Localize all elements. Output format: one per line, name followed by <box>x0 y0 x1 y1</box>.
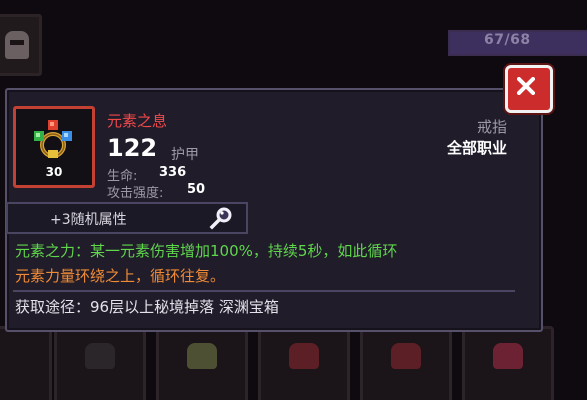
inventory-slot[interactable] <box>54 326 146 400</box>
stat-value-health: 336 <box>159 165 187 180</box>
random-attributes-box[interactable]: +3随机属性 <box>6 202 248 234</box>
effect-description-line2: 元素力量环绕之上，循环往复。 <box>15 267 226 285</box>
item-icon <box>289 343 319 369</box>
effect-description-line1: 元素之力：某一元素伤害增加100%，持续5秒，如此循环 <box>15 242 398 260</box>
armor-label: 护甲 <box>171 147 199 163</box>
stat-value-attack: 50 <box>187 182 206 197</box>
equip-slot-helmet[interactable] <box>0 14 42 76</box>
equip-slot-type: 戒指 <box>476 118 507 136</box>
close-icon <box>517 77 535 95</box>
item-icon <box>391 343 421 369</box>
bag-capacity-text: 67/68 <box>484 32 531 48</box>
random-attributes-label: +3随机属性 <box>50 212 127 228</box>
armor-value: 122 <box>107 134 158 162</box>
tooltip-divider <box>13 290 515 292</box>
inventory-slot[interactable] <box>258 326 350 400</box>
item-icon <box>187 343 217 369</box>
item-icon <box>493 343 523 369</box>
magnifier-icon[interactable] <box>208 206 234 230</box>
stat-label-attack: 攻击强度: <box>107 186 164 201</box>
item-icon-frame: 30 <box>13 106 95 188</box>
inventory-slot[interactable] <box>0 326 52 400</box>
inventory-slot[interactable] <box>462 326 554 400</box>
item-name: 元素之息 <box>107 112 168 130</box>
item-tooltip-panel: 30 元素之息 122 护甲 生命: 336 攻击强度: 50 戒指 全部职业 … <box>5 88 543 332</box>
close-button[interactable] <box>505 65 553 113</box>
helmet-icon <box>5 31 29 59</box>
game-screen: 67/68 30 元素之息 122 护甲 生命: 336 攻击强度: 50 戒指… <box>0 0 587 400</box>
ring-icon <box>34 120 72 158</box>
class-requirement: 全部职业 <box>446 139 507 157</box>
inventory-slot[interactable] <box>156 326 248 400</box>
item-icon <box>85 343 115 369</box>
inventory-row <box>0 326 587 400</box>
item-quantity: 30 <box>45 165 63 179</box>
item-source: 获取途径：96层以上秘境掉落 深渊宝箱 <box>15 298 279 316</box>
inventory-slot[interactable] <box>360 326 452 400</box>
